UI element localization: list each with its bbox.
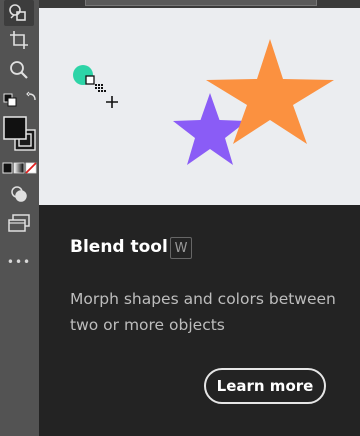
blend-cursor-icon: [85, 75, 118, 108]
tools-panel: •••: [0, 0, 39, 436]
shape-builder-tool[interactable]: [4, 0, 34, 26]
purple-star-shape: [173, 93, 247, 165]
swap-colors-control[interactable]: [2, 90, 36, 110]
canvas-edge: [39, 0, 360, 8]
more-tools-icon: •••: [6, 255, 32, 269]
tool-description: Morph shapes and colors between two or m…: [70, 290, 336, 334]
zoom-tool[interactable]: [4, 57, 34, 83]
artboard-tool[interactable]: [4, 27, 34, 53]
draw-mode-icon: [11, 186, 27, 202]
tool-illustration: [39, 8, 360, 205]
screen-mode-tool[interactable]: [4, 210, 34, 236]
draw-mode-tool[interactable]: [4, 181, 34, 207]
screen-mode-icon: [8, 214, 30, 232]
fill-stroke-swatch-icon: [3, 116, 36, 151]
artboard-icon: [10, 31, 28, 49]
more-tools-button[interactable]: •••: [4, 250, 34, 274]
tool-tip-panel: Blend tool W Morph shapes and colors bet…: [39, 8, 360, 436]
blend-illustration: [73, 39, 334, 165]
shortcut-badge: W: [170, 237, 192, 259]
tool-title: Blend tool: [70, 237, 168, 257]
zoom-icon: [10, 61, 28, 79]
swap-colors-icon: [3, 91, 36, 107]
color-mode-icon: [2, 162, 37, 174]
color-mode-buttons[interactable]: [2, 160, 38, 176]
learn-more-button[interactable]: Learn more: [204, 368, 326, 404]
fill-stroke-swatch[interactable]: [2, 115, 38, 153]
shape-builder-icon: [9, 4, 26, 21]
artboard-edge: [85, 0, 317, 6]
